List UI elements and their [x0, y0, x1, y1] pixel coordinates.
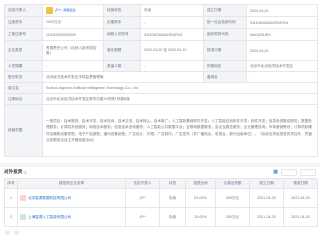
scope-label: 经营范围: [4, 104, 43, 157]
english-label: 英文名: [4, 82, 43, 94]
col-header-amount: 认缴出资额: [215, 178, 250, 189]
investments-table: 序号 被投资企业名称 法定代表人 状态 投资比例 认缴出资额 成立日期 核准日期…: [4, 178, 318, 227]
table-row[interactable]: 2 上海智源人工智能有限公司 卢** 存续 20.00% 200万元 2021-…: [4, 207, 318, 227]
company-name-link[interactable]: 上海智源人工智能有限公司: [28, 215, 71, 219]
investments-header-row: 序号 被投资企业名称 法定代表人 状态 投资比例 认缴出资额 成立日期 核准日期: [4, 178, 318, 189]
investments-toolbar: ▦: [273, 168, 316, 176]
filter-select-2[interactable]: [300, 168, 316, 176]
investments-title: 对外投资: [4, 169, 23, 174]
type-label: 企业类型: [4, 40, 43, 61]
company-profile-page: { "colors": { "header_bg": "#f2f4f8", "l…: [0, 0, 320, 240]
address-value: 北京市北京经济技术开发区荣华中路19号院1号楼B座: [42, 93, 318, 105]
credit-code-value: 91110400MA01R5JRX4: [246, 16, 318, 29]
legal-rep-cell: 卢** 关联企业: [42, 4, 104, 17]
col-header-index: 序号: [4, 178, 18, 189]
founded-cell: 2021-04-25: [249, 207, 284, 227]
status-value: 存续: [140, 4, 204, 17]
page-button[interactable]: [5, 230, 10, 235]
business-scope-value: 一般项目：技术服务、技术开发、技术咨询、技术交流、技术转让、技术推广；人工智能基…: [42, 104, 318, 157]
reg-capital-value: 1000万元: [42, 16, 104, 29]
table-row[interactable]: 1 北京智源数据科技有限公司 卢** 存续 81.00% 405万元 2021-…: [4, 188, 318, 208]
staff-label: 人员规模: [4, 60, 43, 72]
company-name-cell: 上海智源人工智能有限公司: [17, 207, 126, 227]
approved-value: 2020-04-20: [246, 40, 318, 61]
investments-section-header: 对外投资 2 ▦: [4, 167, 316, 177]
taxpayer-id-value: 91110400MA01R5JRX4: [140, 28, 204, 41]
insured-value: -: [140, 60, 204, 72]
approved-cell: 2021-04-25: [283, 188, 318, 208]
page-button[interactable]: [14, 230, 19, 235]
col-header-name: 被投资企业名称: [17, 178, 126, 189]
col-header-rep: 法定代表人: [125, 178, 160, 189]
authority-value: 北京经济技术开发区市场监督管理局: [42, 71, 204, 83]
credit-code-label: 统一社会信用代码: [203, 16, 247, 29]
row-index: 1: [4, 188, 18, 208]
amount-cell: 405万元: [215, 188, 250, 208]
investments-count: 2: [24, 169, 27, 175]
founded-value: 2020-04-20: [246, 4, 318, 17]
company-logo-icon: [20, 195, 26, 201]
approved-cell: 2021-04-25: [283, 207, 318, 227]
region-value: 北京市北京经济技术开发区: [246, 60, 318, 72]
status-label: 经营状态: [103, 4, 141, 17]
legal-rep-avatar: [46, 7, 53, 14]
related-companies-tag[interactable]: 关联企业: [62, 8, 77, 13]
former-name-label: 曾用名: [203, 71, 247, 83]
ratio-cell: 20.00%: [185, 207, 216, 227]
staff-value: -: [42, 60, 104, 72]
founded-label: 成立日期: [203, 4, 247, 17]
row-index: 2: [4, 207, 18, 227]
paid-capital-value: -: [140, 16, 204, 29]
status-cell: 存续: [159, 207, 186, 227]
company-name-cell: 北京智源数据科技有限公司: [17, 188, 126, 208]
col-header-approved: 核准日期: [283, 178, 318, 189]
authority-label: 登记机关: [4, 71, 43, 83]
reg-no-label: 工商注册号: [4, 28, 43, 41]
term-value: 2020-04-20 至 2040-04-19: [140, 40, 204, 61]
basic-info-table: 法定代表人 卢** 关联企业 经营状态 存续 成立日期 2020-04-20 注册…: [4, 4, 318, 157]
reg-capital-label: 注册资本: [4, 16, 43, 29]
reg-no-value: 110400000000000: [42, 28, 104, 41]
rep-cell[interactable]: 卢**: [125, 207, 160, 227]
filter-select[interactable]: [281, 168, 297, 176]
col-header-ratio: 投资比例: [185, 178, 216, 189]
term-label: 营业期限: [103, 40, 141, 61]
status-cell: 存续: [159, 188, 186, 208]
ratio-cell: 81.00%: [185, 188, 216, 208]
address-label: 注册地址: [4, 93, 43, 105]
english-name-value: Suzhou Aigorum Artificial Intelligence T…: [42, 82, 318, 94]
legal-rep-name-link[interactable]: 卢**: [55, 8, 61, 12]
paid-capital-label: 实缴资本: [103, 16, 141, 29]
rep-cell[interactable]: 卢**: [125, 188, 160, 208]
approved-label: 核准日期: [203, 40, 247, 61]
col-header-status: 状态: [159, 178, 186, 189]
former-name-value: -: [246, 71, 318, 83]
company-logo-icon: [20, 214, 26, 220]
legal-rep-label: 法定代表人: [4, 4, 43, 17]
org-code-label: 组织机构代码: [203, 28, 247, 41]
chart-icon[interactable]: ▦: [273, 169, 278, 175]
pagination: [5, 230, 19, 235]
col-header-founded: 成立日期: [249, 178, 284, 189]
insured-label: 参保人数: [103, 60, 141, 72]
region-label: 所属地区: [203, 60, 247, 72]
company-name-link[interactable]: 北京智源数据科技有限公司: [28, 196, 71, 200]
taxpayer-id-label: 纳税人识别号: [103, 28, 141, 41]
amount-cell: 200万元: [215, 207, 250, 227]
type-value: 有限责任公司（自然人投资或控股）: [42, 40, 104, 61]
founded-cell: 2021-04-25: [249, 188, 284, 208]
org-code-value: MA01R5JRX: [246, 28, 318, 41]
